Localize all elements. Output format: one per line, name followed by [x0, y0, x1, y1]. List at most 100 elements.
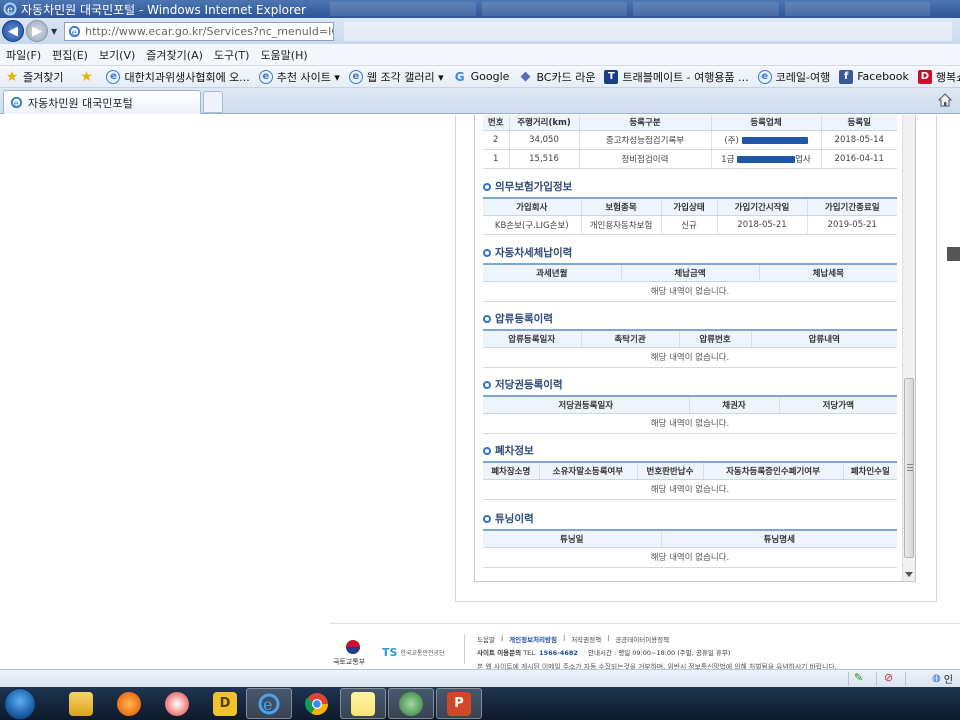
svg-text:e: e — [14, 98, 19, 108]
menu-edit[interactable]: 편집(E) — [52, 47, 88, 63]
favorites-label: 즐겨찾기 — [23, 70, 64, 84]
taskbar-gom[interactable] — [154, 688, 200, 719]
svg-text:e: e — [263, 695, 272, 714]
section-title-insurance: 의무보험가입정보 — [483, 179, 572, 194]
empty-message: 해당 내역이 없습니다. — [483, 479, 897, 500]
internet-explorer-icon: e — [258, 693, 280, 714]
sidebar-block — [947, 247, 960, 261]
tab-row: e 자동차민원 대국민포털 — [0, 88, 960, 114]
taskbar-notes[interactable] — [340, 688, 386, 719]
protected-mode-icon[interactable]: ✎ — [854, 671, 863, 684]
new-tab-button[interactable] — [203, 91, 223, 113]
table-row: 해당 내역이 없습니다. — [483, 547, 897, 568]
menu-tools[interactable]: 도구(T) — [214, 47, 250, 63]
background-windows — [330, 2, 930, 16]
divider — [464, 634, 465, 664]
taskbar-explorer[interactable] — [58, 688, 104, 719]
dictionary-icon: D — [213, 691, 237, 716]
favorite-link-dental[interactable]: e 대한치과위생사협회에 오... — [106, 69, 250, 85]
footer-contact: 사이트 이용문의 TEL. 1566-4682 안내시간 : 평일 09:00~… — [477, 647, 730, 657]
svg-text:e: e — [72, 27, 77, 37]
footer-link-privacy[interactable]: 개인정보처리방침 — [509, 634, 557, 644]
taskbar-powerpoint[interactable]: P — [436, 688, 482, 719]
taskbar-network[interactable] — [388, 688, 434, 719]
favorite-link-korail[interactable]: e 코레일-여행 — [757, 69, 830, 85]
add-to-favorites-button[interactable]: ★ — [79, 69, 97, 85]
service-hours: 안내시간 : 평일 09:00~18:00 (주말, 공휴일 휴무) — [588, 649, 731, 657]
menu-view[interactable]: 보기(V) — [99, 47, 135, 63]
col-header: 폐차인수일 — [843, 461, 897, 480]
col-header: 등록구분 — [579, 115, 712, 131]
section-title-text: 의무보험가입정보 — [495, 181, 573, 193]
cell-company: 1급 업사 — [711, 149, 822, 169]
start-button[interactable] — [4, 688, 36, 720]
footer-link-help[interactable]: 도움말 — [477, 634, 495, 644]
company-suffix: 업사 — [795, 154, 811, 165]
taskbar-media[interactable] — [106, 688, 152, 719]
favorite-label: Facebook — [857, 70, 909, 83]
taskbar-internet-explorer[interactable]: e — [246, 688, 292, 719]
footer-link-copyright[interactable]: 저작권정책 — [571, 634, 601, 644]
forward-button[interactable]: ▶ — [26, 20, 48, 42]
favorite-label: BC카드 라운 — [536, 70, 596, 84]
gom-player-icon — [165, 691, 189, 716]
col-header: 등록일 — [821, 115, 897, 131]
dictionary-letter: D — [219, 696, 231, 711]
address-bar[interactable]: e http://www.ecar.go.kr/Services?nc_menu… — [64, 21, 335, 41]
tab-active[interactable]: e 자동차민원 대국민포털 — [3, 90, 201, 114]
menu-help[interactable]: 도움말(H) — [260, 47, 307, 63]
security-zone[interactable]: ◍ 인 — [932, 671, 953, 686]
frame-scrollbar[interactable] — [902, 115, 915, 581]
insurance-table: 가입회사 보험종목 가입상태 가입기간시작일 가입기간종료일 KB손보(구.LI… — [483, 197, 897, 235]
favorite-label: Google — [470, 70, 510, 83]
section-bullet-icon — [483, 248, 491, 257]
col-header: 체납금액 — [621, 263, 760, 282]
star-icon: ★ — [5, 68, 19, 85]
favorite-link-webslice[interactable]: e웹 조각 갤러리 ▾ — [348, 69, 444, 85]
section-title-text: 저당권등록이력 — [495, 379, 563, 391]
favorite-link-shopping[interactable]: D행복쇼핑의 시작 — [917, 69, 960, 85]
col-header: 가입회사 — [483, 197, 582, 216]
search-box[interactable] — [344, 21, 952, 41]
tab-label: 자동차민원 대국민포털 — [28, 96, 133, 110]
powerpoint-icon: P — [447, 691, 471, 716]
company-prefix: 1급 — [721, 154, 735, 165]
history-dropdown-icon[interactable]: ▼ — [51, 27, 57, 36]
back-button[interactable]: ◀ — [2, 20, 24, 42]
url-text: http://www.ecar.go.kr/Services?nc_menuId… — [85, 24, 333, 38]
taskbar-chrome[interactable] — [294, 688, 340, 719]
scrollbar-grip — [907, 464, 913, 465]
windows-explorer-icon — [69, 691, 93, 716]
scroll-down-icon[interactable] — [905, 572, 913, 577]
cell-start-date: 2018-05-21 — [717, 215, 808, 235]
web-slice-icon: e — [348, 69, 363, 84]
section-bullet-icon — [483, 514, 491, 523]
taskbar-dictionary[interactable]: D — [202, 688, 248, 719]
popup-blocker-icon[interactable]: ⊘ — [884, 671, 893, 684]
menu-favorites[interactable]: 즐겨찾기(A) — [146, 47, 203, 63]
home-icon[interactable] — [937, 92, 953, 108]
footer-link-open-data[interactable]: 공공데이터이용정책 — [615, 634, 669, 644]
section-bullet-icon — [483, 446, 491, 455]
powerpoint-letter: P — [454, 696, 464, 711]
favorite-link-travelmate[interactable]: T 트래블메이트 - 여행용품 ... — [604, 69, 749, 85]
cell-distance: 34,050 — [509, 130, 580, 150]
favorites-bar: ★ 즐겨찾기 ★ e 대한치과위생사협회에 오... e 추천 사이트 ▾ e웹 조… — [0, 66, 960, 88]
scrollbar-thumb[interactable] — [904, 378, 914, 558]
svg-text:e: e — [7, 5, 13, 16]
favorite-link-bccard[interactable]: ◆ BC카드 라운 — [518, 69, 595, 85]
favorite-link-facebook[interactable]: f Facebook — [839, 69, 909, 84]
menu-file[interactable]: 파일(F) — [6, 47, 41, 63]
favorites-button[interactable]: ★ 즐겨찾기 — [5, 68, 64, 85]
media-player-icon — [117, 691, 141, 716]
table-row: 해당 내역이 없습니다. — [483, 413, 897, 434]
col-header: 번호판반납수 — [637, 461, 704, 480]
scrollbar-grip — [907, 467, 913, 468]
favorite-link-suggested[interactable]: e 추천 사이트 ▾ — [258, 69, 340, 85]
favorite-link-google[interactable]: G Google — [453, 70, 510, 84]
cell-type: 정비점검이력 — [579, 149, 712, 169]
page-viewport: 번호 주행거리(km) 등록구분 등록업체 등록일 2 34,050 중고차성능… — [0, 115, 960, 669]
address-row: ◀ ▶ ▼ e http://www.ecar.go.kr/Services?n… — [0, 18, 960, 44]
col-header: 저당가액 — [779, 395, 897, 414]
network-icon — [399, 691, 423, 716]
